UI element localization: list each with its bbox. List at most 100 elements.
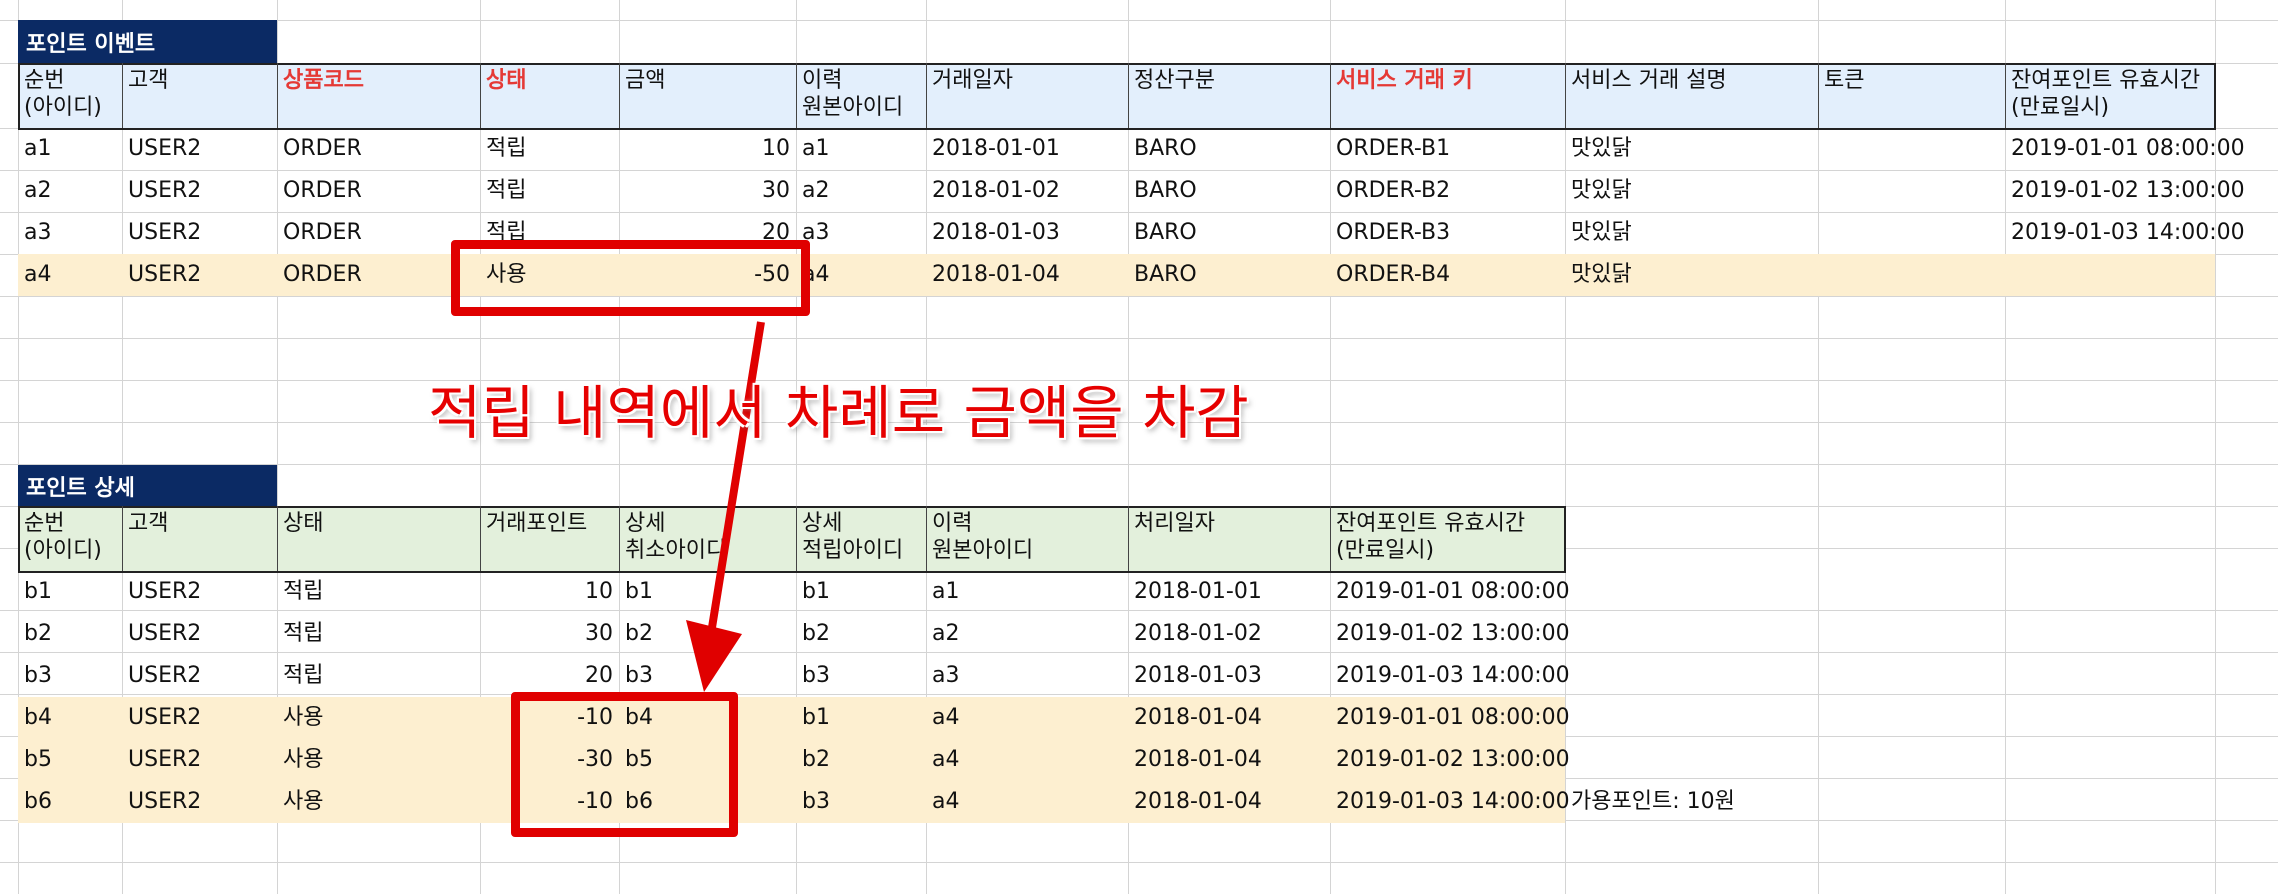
event-table-cell[interactable]: ORDER-B4 [1330, 254, 1565, 296]
gridline-horizontal [0, 296, 2278, 297]
detail-table-cell[interactable]: b4 [18, 697, 122, 739]
detail-table-cell[interactable]: b2 [796, 739, 926, 781]
detail-table-header-separator [926, 506, 927, 571]
event-table-cell[interactable] [2005, 254, 2215, 296]
event-table-cell[interactable]: a1 [18, 128, 122, 170]
detail-table-cell[interactable]: 2019-01-02 13:00:00 [1330, 613, 1570, 655]
detail-table-cell[interactable]: USER2 [122, 571, 277, 613]
detail-table-cell[interactable]: b1 [619, 571, 796, 613]
detail-table-cell[interactable]: 사용 [277, 781, 480, 823]
event-table-cell[interactable]: a3 [18, 212, 122, 254]
detail-table-cell[interactable]: a2 [926, 613, 1128, 655]
event-table-cell[interactable]: 2018-01-03 [926, 212, 1128, 254]
detail-table-cell[interactable]: a3 [926, 655, 1128, 697]
detail-table-cell[interactable]: 30 [480, 613, 619, 655]
event-table-cell[interactable]: 2018-01-01 [926, 128, 1128, 170]
detail-table-cell[interactable]: 2019-01-02 13:00:00 [1330, 739, 1570, 781]
detail-table-cell[interactable]: USER2 [122, 781, 277, 823]
event-table-cell[interactable]: 맛있닭 [1565, 170, 1818, 212]
event-table-cell[interactable]: ORDER [277, 128, 480, 170]
event-table-cell[interactable]: USER2 [122, 128, 277, 170]
detail-table-cell[interactable]: 2019-01-01 08:00:00 [1330, 697, 1570, 739]
detail-table-cell[interactable]: b5 [18, 739, 122, 781]
detail-table-cell[interactable]: 적립 [277, 655, 480, 697]
event-table-cell[interactable]: 맛있닭 [1565, 128, 1818, 170]
event-table-cell[interactable]: a2 [18, 170, 122, 212]
event-table-cell[interactable]: 2019-01-01 08:00:00 [2005, 128, 2245, 170]
event-table-cell[interactable]: ORDER [277, 212, 480, 254]
detail-table-cell[interactable]: a4 [926, 739, 1128, 781]
event-table-cell[interactable]: a4 [796, 254, 926, 296]
event-table-cell[interactable]: 적립 [480, 128, 619, 170]
event-table-cell[interactable]: 2018-01-02 [926, 170, 1128, 212]
event-table-cell[interactable] [1818, 128, 2005, 170]
detail-table-cell[interactable]: b3 [796, 655, 926, 697]
event-table-header-0: 순번 (아이디) [24, 68, 102, 120]
event-table-cell[interactable]: 30 [619, 170, 796, 212]
event-table-cell[interactable]: a2 [796, 170, 926, 212]
detail-table-cell[interactable]: 2018-01-04 [1128, 739, 1330, 781]
detail-table-cell[interactable]: 사용 [277, 697, 480, 739]
event-table-cell[interactable]: ORDER [277, 170, 480, 212]
event-table-cell[interactable]: ORDER-B3 [1330, 212, 1565, 254]
detail-table-cell[interactable]: 적립 [277, 571, 480, 613]
detail-table-cell[interactable]: 2019-01-03 14:00:00 [1330, 655, 1570, 697]
event-table-cell[interactable]: 2019-01-02 13:00:00 [2005, 170, 2245, 212]
detail-table-cell[interactable]: a1 [926, 571, 1128, 613]
event-table-cell[interactable]: 2018-01-04 [926, 254, 1128, 296]
detail-table-cell[interactable]: a4 [926, 781, 1128, 823]
event-table-header-separator [796, 63, 797, 128]
detail-table-cell[interactable]: b1 [796, 697, 926, 739]
detail-table-cell[interactable]: b1 [796, 571, 926, 613]
detail-table-cell[interactable]: b6 [18, 781, 122, 823]
detail-table-header-separator [619, 506, 620, 571]
event-table-cell[interactable]: ORDER-B2 [1330, 170, 1565, 212]
detail-table-cell[interactable]: 2018-01-01 [1128, 571, 1330, 613]
event-table-cell[interactable]: a3 [796, 212, 926, 254]
detail-table-cell[interactable]: a4 [926, 697, 1128, 739]
detail-table-cell[interactable]: 20 [480, 655, 619, 697]
event-table-cell[interactable]: BARO [1128, 128, 1330, 170]
detail-table-cell[interactable]: 2018-01-02 [1128, 613, 1330, 655]
event-table-cell[interactable]: 10 [619, 128, 796, 170]
detail-table-cell[interactable]: b3 [619, 655, 796, 697]
detail-table-cell[interactable]: b2 [18, 613, 122, 655]
detail-table-cell[interactable]: USER2 [122, 739, 277, 781]
event-table-cell[interactable]: a4 [18, 254, 122, 296]
detail-table-cell[interactable]: b1 [18, 571, 122, 613]
detail-table-cell[interactable]: 2019-01-03 14:00:00 [1330, 781, 1570, 823]
detail-table-cell[interactable]: 2018-01-04 [1128, 781, 1330, 823]
event-table-header-11: 잔여포인트 유효시간 (만료일시) [2011, 68, 2201, 120]
detail-table-cell[interactable]: 2018-01-03 [1128, 655, 1330, 697]
detail-table-cell[interactable]: 2018-01-04 [1128, 697, 1330, 739]
event-table-cell[interactable]: 맛있닭 [1565, 254, 1818, 296]
event-table-cell[interactable]: BARO [1128, 254, 1330, 296]
event-table-cell[interactable]: USER2 [122, 254, 277, 296]
detail-table-cell[interactable]: 2019-01-01 08:00:00 [1330, 571, 1570, 613]
detail-table-cell[interactable]: USER2 [122, 655, 277, 697]
event-table-cell[interactable]: USER2 [122, 170, 277, 212]
detail-table-cell[interactable]: b2 [619, 613, 796, 655]
event-table-cell[interactable] [1818, 254, 2005, 296]
event-table-cell[interactable]: ORDER [277, 254, 480, 296]
event-table-cell[interactable]: BARO [1128, 170, 1330, 212]
detail-table-cell[interactable]: 10 [480, 571, 619, 613]
event-table-cell[interactable]: a1 [796, 128, 926, 170]
event-table-header-5: 이력 원본아이디 [802, 68, 904, 120]
detail-table-cell[interactable]: b2 [796, 613, 926, 655]
event-table-cell[interactable]: 적립 [480, 170, 619, 212]
detail-table-cell[interactable]: b3 [18, 655, 122, 697]
event-table-cell[interactable]: USER2 [122, 212, 277, 254]
detail-table-cell[interactable]: b3 [796, 781, 926, 823]
event-table-cell[interactable]: 맛있닭 [1565, 212, 1818, 254]
detail-table-cell[interactable]: 적립 [277, 613, 480, 655]
detail-table-cell[interactable]: USER2 [122, 613, 277, 655]
event-table-cell[interactable]: ORDER-B1 [1330, 128, 1565, 170]
event-table-cell[interactable] [1818, 170, 2005, 212]
detail-table-cell[interactable]: 사용 [277, 739, 480, 781]
detail-table-header-separator [1128, 506, 1129, 571]
event-table-cell[interactable]: 2019-01-03 14:00:00 [2005, 212, 2245, 254]
detail-table-cell[interactable]: USER2 [122, 697, 277, 739]
event-table-cell[interactable] [1818, 212, 2005, 254]
event-table-cell[interactable]: BARO [1128, 212, 1330, 254]
